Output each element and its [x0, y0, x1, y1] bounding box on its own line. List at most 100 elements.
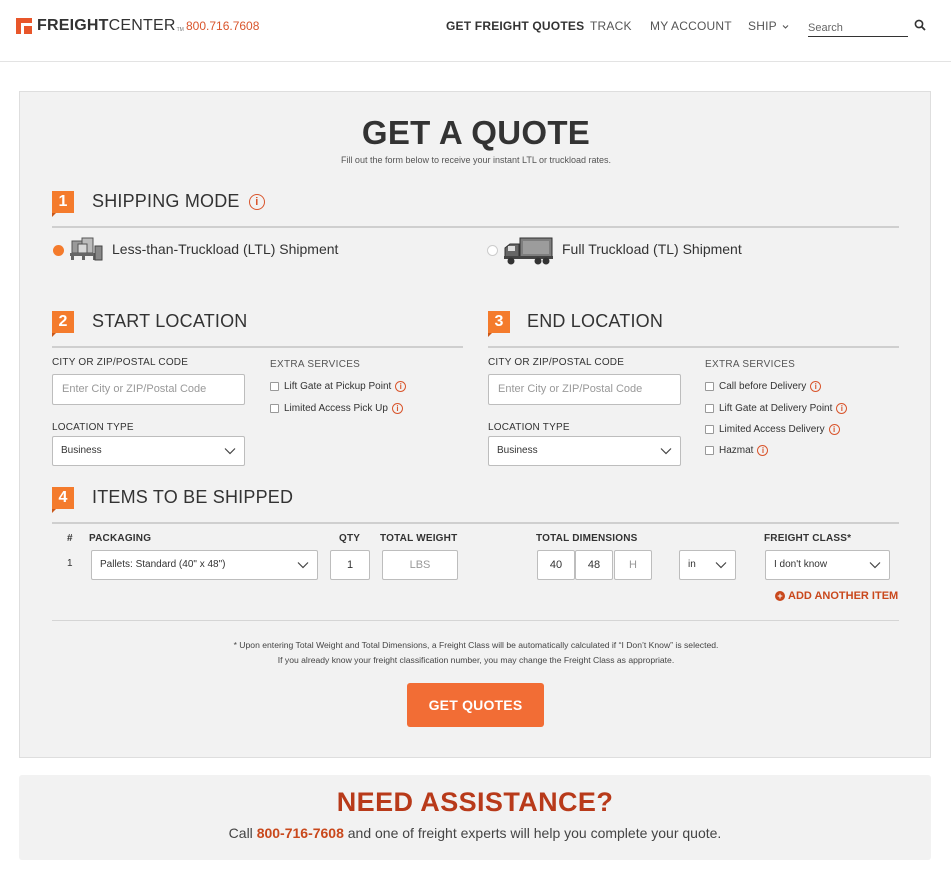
freight-class-note-line1: * Upon entering Total Weight and Total D…	[233, 640, 719, 650]
end-extra-services-label: EXTRA SERVICES	[705, 359, 796, 370]
section-divider	[488, 346, 899, 348]
assistance-text-before: Call	[228, 825, 257, 841]
nav-my-account[interactable]: MY ACCOUNT	[650, 19, 732, 33]
items-to-be-shipped-title: ITEMS TO BE SHIPPED	[92, 487, 294, 507]
start-city-label: CITY OR ZIP/POSTAL CODE	[52, 357, 189, 368]
page-subtitle: Fill out the form below to receive your …	[340, 155, 612, 165]
end-location-type-value: Business	[497, 445, 538, 456]
add-another-item-label: ADD ANOTHER ITEM	[788, 590, 899, 602]
site-header: FREIGHTCENTER TM 800.716.7608 GET FREIGH…	[0, 0, 951, 62]
freight-class-value: I don't know	[774, 559, 828, 570]
section-divider	[52, 226, 899, 228]
dimension-unit-value: in	[688, 559, 696, 570]
section-number-3: 3	[488, 311, 510, 337]
truck-icon	[504, 237, 553, 265]
checkbox-label: Limited Access Delivery	[719, 424, 825, 435]
checkbox-label: Lift Gate at Delivery Point	[719, 403, 833, 414]
shipping-mode-info-icon[interactable]: i	[248, 194, 265, 211]
nav-get-freight-quotes[interactable]: GET FREIGHT QUOTES	[446, 19, 584, 33]
search-field	[808, 16, 908, 37]
qty-input[interactable]: 1	[330, 550, 370, 580]
checkbox-box[interactable]	[705, 404, 714, 413]
col-head-packaging: PACKAGING	[89, 533, 152, 544]
tl-radio[interactable]	[487, 245, 498, 256]
nav-ship[interactable]: SHIP	[748, 19, 789, 33]
checkbox-box[interactable]	[705, 425, 714, 434]
checkbox-box[interactable]	[705, 446, 714, 455]
col-head-number: #	[67, 533, 73, 544]
search-icon[interactable]	[914, 19, 926, 31]
freight-class-select[interactable]: I don't know	[765, 550, 890, 580]
tl-option-label[interactable]: Full Truckload (TL) Shipment	[562, 241, 742, 257]
info-icon[interactable]: i	[395, 381, 407, 392]
logo-text: FREIGHTCENTER	[37, 17, 176, 34]
logo-mark-icon	[16, 18, 32, 34]
limited-access-delivery-checkbox[interactable]: Limited Access Delivery i	[705, 424, 840, 435]
assistance-phone-link[interactable]: 800-716-7608	[257, 825, 344, 841]
col-head-freight-class: FREIGHT CLASS*	[764, 533, 852, 544]
weight-input[interactable]: LBS	[382, 550, 458, 580]
checkbox-box[interactable]	[270, 382, 279, 391]
length-input[interactable]: 40	[537, 550, 575, 580]
chevron-down-icon	[869, 562, 881, 569]
section-number-4: 4	[52, 487, 74, 513]
assistance-title: NEED ASSISTANCE?	[336, 787, 614, 817]
form-divider	[52, 620, 899, 621]
col-head-total-weight: TOTAL WEIGHT	[380, 533, 458, 544]
col-head-total-dimensions: TOTAL DIMENSIONS	[536, 533, 638, 544]
liftgate-pickup-checkbox[interactable]: Lift Gate at Pickup Point i	[270, 381, 407, 392]
hazmat-checkbox[interactable]: Hazmat i	[705, 445, 769, 456]
quote-form-card: GET A QUOTE Fill out the form below to r…	[19, 91, 931, 758]
start-city-input[interactable]: Enter City or ZIP/Postal Code	[52, 374, 245, 405]
nav-track[interactable]: TRACK	[590, 19, 632, 33]
nav-ship-label: SHIP	[748, 19, 777, 33]
assistance-text: Call 800-716-7608 and one of freight exp…	[19, 825, 931, 841]
packaging-value: Pallets: Standard (40" x 48")	[100, 559, 226, 570]
ltl-radio[interactable]	[53, 245, 64, 256]
info-icon[interactable]: i	[391, 403, 403, 414]
checkbox-box[interactable]	[270, 404, 279, 413]
section-divider	[52, 522, 899, 524]
checkbox-label: Lift Gate at Pickup Point	[284, 381, 392, 392]
freightcenter-logo[interactable]: FREIGHTCENTER TM	[16, 16, 184, 36]
search-input[interactable]	[808, 16, 908, 36]
header-phone-link[interactable]: 800.716.7608	[186, 19, 259, 33]
packaging-select[interactable]: Pallets: Standard (40" x 48")	[91, 550, 318, 580]
checkbox-label: Limited Access Pick Up	[284, 403, 388, 414]
col-head-qty: QTY	[339, 533, 361, 544]
info-icon[interactable]: i	[757, 445, 769, 456]
assistance-text-after: and one of freight experts will help you…	[343, 825, 722, 841]
height-input[interactable]: H	[614, 550, 652, 580]
end-location-type-label: LOCATION TYPE	[488, 422, 570, 433]
section-divider	[52, 346, 463, 348]
start-extra-services-label: EXTRA SERVICES	[270, 359, 361, 370]
chevron-down-icon	[782, 24, 789, 29]
start-location-title: START LOCATION	[92, 311, 248, 331]
get-quotes-button[interactable]: GET QUOTES	[407, 683, 544, 727]
dimension-unit-select[interactable]: in	[679, 550, 736, 580]
end-city-label: CITY OR ZIP/POSTAL CODE	[488, 357, 625, 368]
ltl-option-label[interactable]: Less-than-Truckload (LTL) Shipment	[112, 241, 338, 257]
chevron-down-icon	[297, 562, 309, 569]
limited-access-pickup-checkbox[interactable]: Limited Access Pick Up i	[270, 403, 403, 414]
start-location-type-select[interactable]: Business	[52, 436, 245, 466]
shipping-mode-label: SHIPPING MODE	[92, 191, 240, 211]
info-icon[interactable]: i	[836, 403, 848, 414]
ltl-pallet-icon	[70, 237, 103, 261]
call-before-delivery-checkbox[interactable]: Call before Delivery i	[705, 381, 822, 392]
section-number-1: 1	[52, 191, 74, 217]
checkbox-box[interactable]	[705, 382, 714, 391]
info-icon[interactable]: i	[828, 424, 840, 435]
liftgate-delivery-checkbox[interactable]: Lift Gate at Delivery Point i	[705, 403, 848, 414]
logo-trademark: TM	[176, 27, 184, 33]
end-location-title: END LOCATION	[527, 311, 664, 331]
add-another-item-button[interactable]: + ADD ANOTHER ITEM	[775, 590, 898, 602]
assistance-banner: NEED ASSISTANCE? Call 800-716-7608 and o…	[19, 775, 931, 860]
page-title: GET A QUOTE	[361, 114, 591, 151]
start-location-type-label: LOCATION TYPE	[52, 422, 134, 433]
width-input[interactable]: 48	[575, 550, 613, 580]
end-location-type-select[interactable]: Business	[488, 436, 681, 466]
info-icon[interactable]: i	[810, 381, 822, 392]
end-city-input[interactable]: Enter City or ZIP/Postal Code	[488, 374, 681, 405]
chevron-down-icon	[660, 448, 672, 455]
